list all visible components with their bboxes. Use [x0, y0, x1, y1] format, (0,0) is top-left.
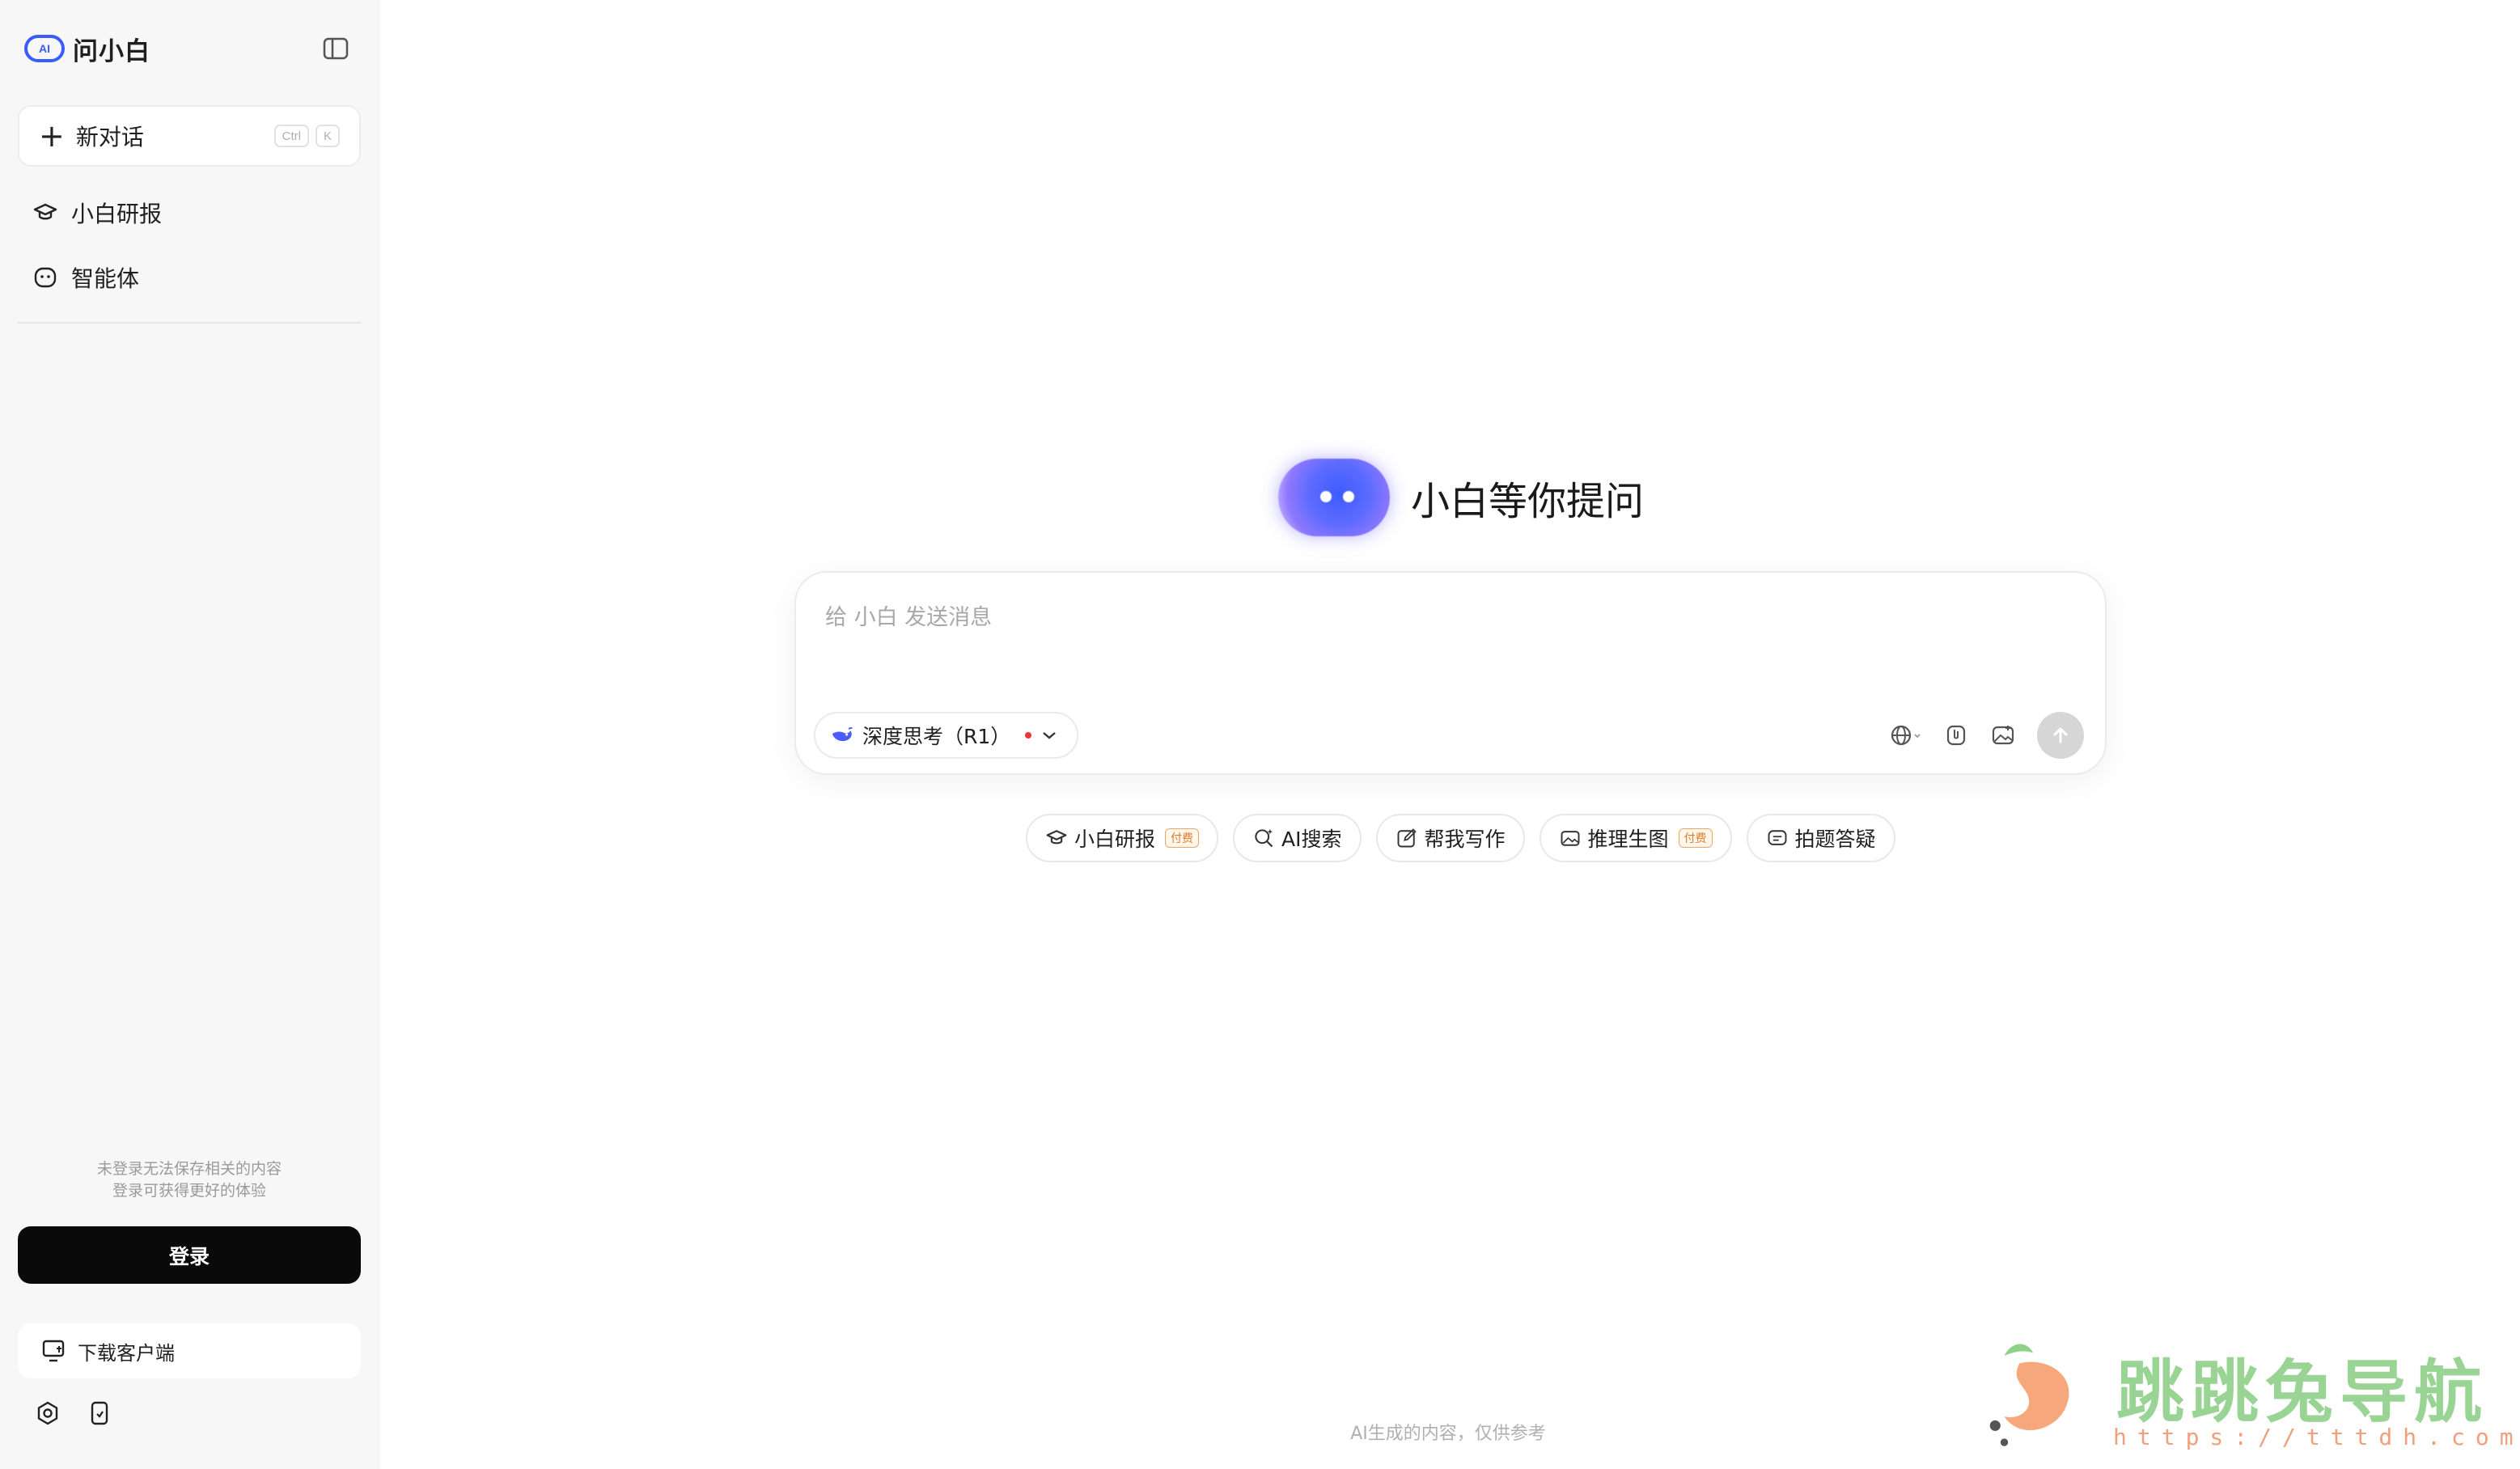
sidebar-divider — [18, 322, 361, 324]
watermark: 跳跳兔导航 https://tttdh.com — [1974, 1333, 2514, 1463]
svg-text:AI: AI — [39, 42, 50, 55]
globe-web-search-icon[interactable] — [1890, 722, 1922, 748]
chip-label: AI搜索 — [1281, 828, 1342, 851]
mascot-avatar — [1278, 459, 1390, 536]
hero-title: 小白等你提问 — [1411, 479, 1645, 524]
sidebar-item-label: 智能体 — [71, 265, 140, 292]
login-hint-line: 登录可获得更好的体验 — [112, 1182, 266, 1200]
whale-logo-icon — [832, 727, 853, 742]
attachment-icon[interactable] — [1943, 722, 1969, 748]
image-icon — [1561, 831, 1579, 846]
settings-icon[interactable] — [34, 1399, 61, 1427]
message-composer: 深度思考（R1） — [794, 571, 2107, 775]
composer-tools — [1890, 712, 2084, 759]
chat-icon — [1768, 830, 1786, 845]
chevron-down-icon — [1043, 732, 1057, 739]
login-hint: 未登录无法保存相关的内容 登录可获得更好的体验 — [18, 1158, 361, 1202]
sidebar-item-label: 小白研报 — [71, 201, 163, 227]
shortcut-key-ctrl: Ctrl — [273, 125, 309, 147]
watermark-url: https://tttdh.com — [2113, 1424, 2520, 1450]
new-chat-label: 新对话 — [75, 124, 144, 150]
new-chat-button[interactable]: + 新对话 Ctrl K — [18, 105, 361, 167]
mascot-eye — [1320, 491, 1332, 502]
shortcut-hint: Ctrl K — [273, 125, 340, 147]
model-label: 深度思考（R1） — [862, 725, 1011, 748]
paid-badge: 付费 — [1165, 828, 1200, 848]
edit-icon — [1397, 828, 1417, 848]
model-selector[interactable]: 深度思考（R1） — [814, 712, 1079, 759]
graduation-cap-icon — [1046, 830, 1067, 845]
sidebar-item-research[interactable]: 小白研报 — [32, 192, 162, 234]
sidebar: AI 问小白 + 新对话 Ctrl K 小白研报 智能体 未登录无法保存相关的内… — [0, 0, 380, 1469]
plus-icon: + — [39, 118, 65, 154]
chip-photo-qa[interactable]: 拍题答疑 — [1746, 814, 1895, 862]
watermark-text: 跳跳兔导航 — [2116, 1353, 2489, 1432]
arrow-up-icon — [2053, 727, 2068, 743]
status-dot — [1025, 732, 1032, 739]
sidebar-footer-icons — [34, 1399, 113, 1427]
watermark-logo-icon — [1989, 1344, 2069, 1446]
mascot-eye — [1343, 491, 1354, 502]
login-button[interactable]: 登录 — [18, 1226, 361, 1284]
image-upload-icon[interactable] — [1990, 722, 2016, 748]
hero: 小白等你提问 — [1278, 453, 1644, 542]
search-sparkle-icon — [1255, 828, 1273, 848]
bot-face-icon — [34, 267, 57, 288]
download-label: 下载客户端 — [78, 1341, 175, 1365]
desktop-download-icon — [42, 1340, 65, 1362]
logo-icon: AI — [24, 35, 65, 62]
chip-research[interactable]: 小白研报 付费 — [1026, 814, 1219, 862]
graduation-cap-icon — [33, 203, 57, 220]
brand[interactable]: AI 问小白 — [24, 31, 150, 66]
login-hint-line: 未登录无法保存相关的内容 — [96, 1160, 282, 1178]
chip-writing[interactable]: 帮我写作 — [1375, 814, 1525, 862]
shortcut-key-k: K — [315, 125, 340, 147]
send-button[interactable] — [2037, 712, 2084, 759]
sidebar-item-agents[interactable]: 智能体 — [32, 256, 139, 298]
message-input[interactable] — [825, 605, 2039, 630]
chip-label: 小白研报 — [1074, 828, 1156, 851]
mobile-app-icon[interactable] — [86, 1399, 113, 1427]
paid-badge: 付费 — [1678, 828, 1713, 848]
quick-actions: 小白研报 付费 AI搜索 帮我写作 推理生图 付费 拍题答疑 — [1026, 814, 1895, 862]
chip-label: 帮我写作 — [1424, 828, 1506, 851]
chip-ai-search[interactable]: AI搜索 — [1233, 814, 1362, 862]
chip-label: 推理生图 — [1587, 828, 1669, 851]
app-name: 问小白 — [73, 36, 150, 66]
chip-image-gen[interactable]: 推理生图 付费 — [1539, 814, 1732, 862]
chip-label: 拍题答疑 — [1794, 828, 1876, 851]
disclaimer: AI生成的内容，仅供参考 — [1350, 1424, 1546, 1444]
download-client-button[interactable]: 下载客户端 — [18, 1323, 361, 1378]
sidebar-toggle-icon[interactable] — [322, 36, 349, 61]
